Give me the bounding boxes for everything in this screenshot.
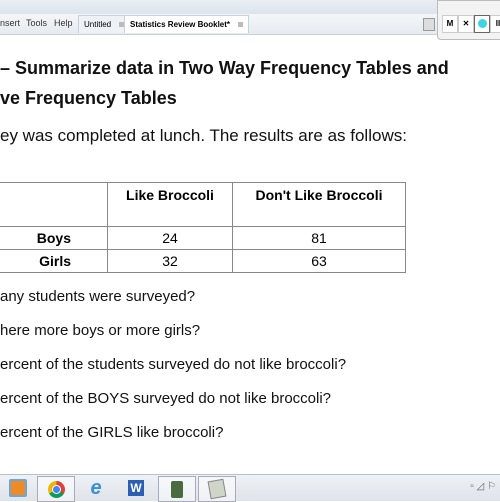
window-title-bar	[0, 0, 500, 14]
calculator-icon[interactable]	[158, 476, 196, 502]
system-tray[interactable]: ▫ ◿ ⚐	[470, 481, 496, 492]
word-icon[interactable]: W	[118, 476, 154, 500]
table-cell: 24	[107, 226, 233, 250]
question: ercent of the students surveyed do not l…	[0, 356, 347, 373]
row-label: Girls	[0, 249, 108, 273]
taskbar: e W ▫ ◿ ⚐	[0, 474, 500, 502]
menu-insert[interactable]: nsert	[0, 18, 20, 28]
close-icon[interactable]	[238, 22, 244, 28]
page-view-icon[interactable]	[423, 18, 435, 31]
recorder-record-button[interactable]	[474, 15, 490, 33]
section-title: – Summarize data in Two Way Frequency Ta…	[0, 58, 449, 78]
menu-help[interactable]: Help	[54, 18, 73, 28]
table-header: Don't Like Broccoli	[232, 182, 406, 227]
menu-tools[interactable]: Tools	[26, 18, 47, 28]
notes-app-icon[interactable]	[198, 476, 236, 502]
media-player-icon[interactable]	[0, 476, 36, 500]
internet-explorer-icon[interactable]: e	[78, 476, 114, 500]
record-icon	[477, 19, 487, 28]
recorder-stop-button[interactable]: ✕	[458, 15, 474, 33]
question: ercent of the BOYS surveyed do not like …	[0, 390, 332, 407]
table-cell: 63	[232, 249, 406, 273]
table-header-row: Like Broccoli Don't Like Broccoli	[0, 182, 406, 227]
recorder-pause-button[interactable]: II	[490, 15, 500, 33]
chrome-icon[interactable]	[37, 476, 75, 502]
tab-untitled[interactable]: Untitled	[78, 15, 131, 33]
table-header-empty	[0, 182, 108, 227]
table-cell: 81	[232, 226, 406, 250]
table-row: Girls 32 63	[0, 249, 406, 273]
intro-text: ey was completed at lunch. The results a…	[0, 126, 407, 145]
tab-label: Statistics Review Booklet*	[130, 20, 231, 29]
tab-statistics-review-booklet[interactable]: Statistics Review Booklet*	[124, 15, 250, 33]
recorder-m-button[interactable]: M	[442, 15, 458, 33]
table-cell: 32	[107, 249, 233, 273]
frequency-table: Like Broccoli Don't Like Broccoli Boys 2…	[0, 182, 406, 273]
recorder-panel: M ✕ II	[437, 0, 500, 40]
tab-label: Untitled	[84, 20, 112, 29]
section-title-cont: ve Frequency Tables	[0, 88, 177, 108]
question: ercent of the GIRLS like broccoli?	[0, 424, 224, 441]
row-label: Boys	[0, 226, 108, 250]
table-row: Boys 24 81	[0, 226, 406, 250]
question: any students were surveyed?	[0, 288, 196, 305]
table-header: Like Broccoli	[107, 182, 233, 227]
question: here more boys or more girls?	[0, 322, 201, 339]
